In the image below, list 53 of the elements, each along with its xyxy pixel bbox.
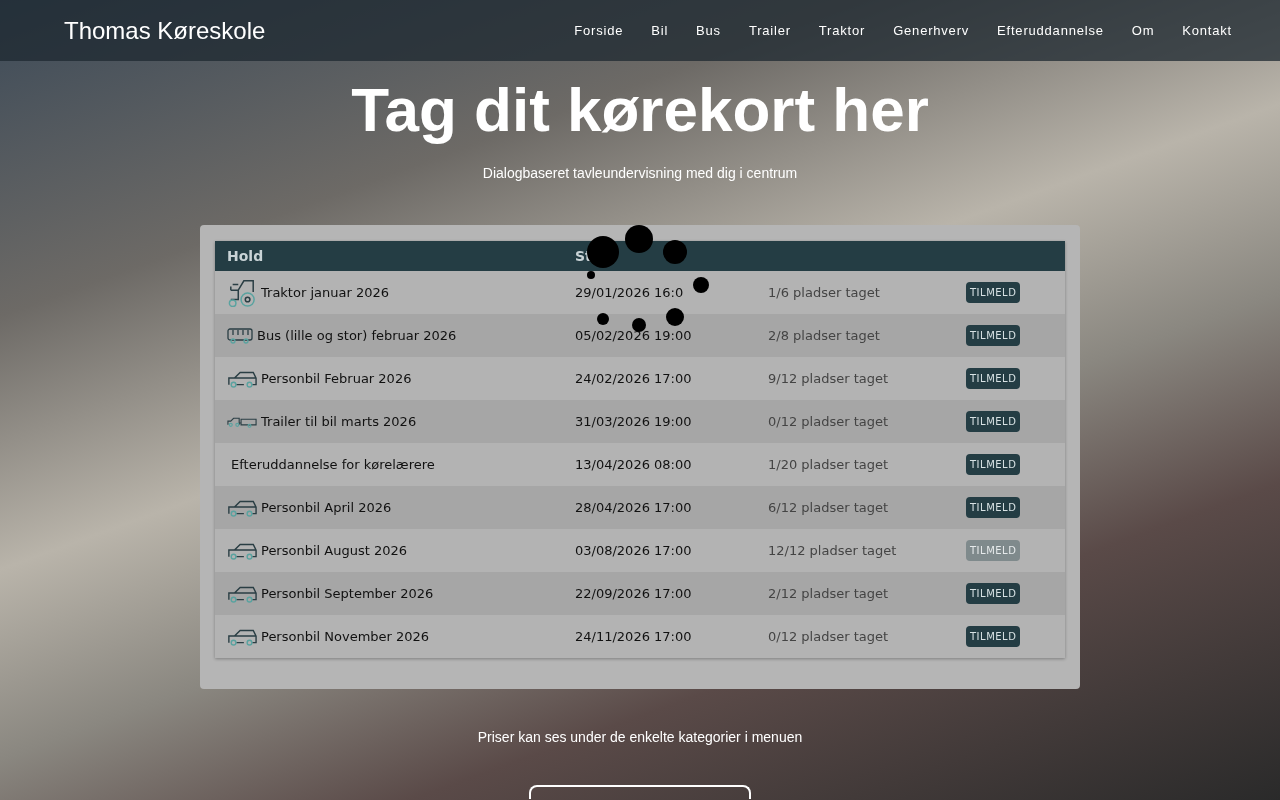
places-taken: 12/12 pladser taget [768, 543, 897, 558]
hero-title: Tag dit kørekort her [351, 75, 929, 145]
signup-button[interactable]: TILMELD [966, 282, 1021, 303]
start-date: 05/02/2026 19:00 [575, 328, 692, 343]
course-name: Efteruddannelse for kørelærere [230, 457, 435, 472]
nav-link[interactable]: Om [1117, 23, 1169, 38]
outline-button[interactable] [529, 785, 751, 799]
course-name: Personbil August 2026 [261, 543, 407, 558]
trailer-icon [227, 415, 257, 428]
nav-link[interactable]: Bil [637, 23, 683, 38]
start-date: 22/09/2026 17:00 [575, 586, 692, 601]
nav-link[interactable]: Generhverv [879, 23, 984, 38]
course-name: Personbil Februar 2026 [261, 371, 412, 386]
signup-button[interactable]: TILMELD [966, 626, 1021, 647]
course-name: Traktor januar 2026 [261, 285, 389, 300]
start-date: 13/04/2026 08:00 [575, 457, 692, 472]
nav-link[interactable]: Trailer [734, 23, 805, 38]
places-taken: 6/12 pladser taget [768, 500, 889, 515]
signup-button[interactable]: TILMELD [966, 411, 1021, 432]
places-taken: 2/12 pladser taget [768, 586, 889, 601]
places-taken: 1/20 pladser taget [768, 457, 889, 472]
hero-subtitle: Dialogbaseret tavleundervisning med dig i centrum [482, 165, 798, 181]
site-title[interactable]: Thomas Køreskole [64, 16, 266, 45]
nav-link[interactable]: Kontakt [1168, 23, 1246, 38]
signup-button[interactable]: TILMELD [966, 497, 1021, 518]
places-taken: 1/6 pladser taget [768, 285, 880, 300]
places-taken: 9/12 pladser taget [768, 371, 889, 386]
bus-icon [227, 327, 253, 344]
signup-button[interactable]: TILMELD [966, 368, 1021, 389]
price-note: Priser kan ses under de enkelte kategorier i menuen [477, 729, 803, 745]
nav-link[interactable]: Bus [682, 23, 735, 38]
signup-button[interactable]: TILMELD [966, 454, 1021, 475]
places-taken: 0/12 pladser taget [768, 629, 889, 644]
course-name: Bus (lille og stor) februar 2026 [257, 328, 457, 343]
course-name: Personbil April 2026 [261, 500, 392, 515]
start-date: 28/04/2026 17:00 [575, 500, 692, 515]
signup-button[interactable]: TILMELD [966, 325, 1021, 346]
start-date: 24/02/2026 17:00 [575, 371, 692, 386]
course-name: Personbil September 2026 [261, 586, 434, 601]
column-header: Hold [226, 248, 265, 264]
signup-button[interactable]: TILMELD [966, 583, 1021, 604]
nav-link[interactable]: Efteruddannelse [983, 23, 1118, 38]
tractor-icon [227, 278, 257, 307]
start-date: 31/03/2026 19:00 [575, 414, 692, 429]
start-date: 29/01/2026 16:0 [575, 285, 684, 300]
places-taken: 0/12 pladser taget [768, 414, 889, 429]
start-date: 03/08/2026 17:00 [575, 543, 692, 558]
course-name: Personbil November 2026 [261, 629, 430, 644]
nav-link[interactable]: Traktor [804, 23, 880, 38]
nav-link[interactable]: Forside [560, 23, 638, 38]
places-taken: 2/8 pladser taget [768, 328, 880, 343]
course-name: Trailer til bil marts 2026 [261, 414, 417, 429]
start-date: 24/11/2026 17:00 [575, 629, 692, 644]
